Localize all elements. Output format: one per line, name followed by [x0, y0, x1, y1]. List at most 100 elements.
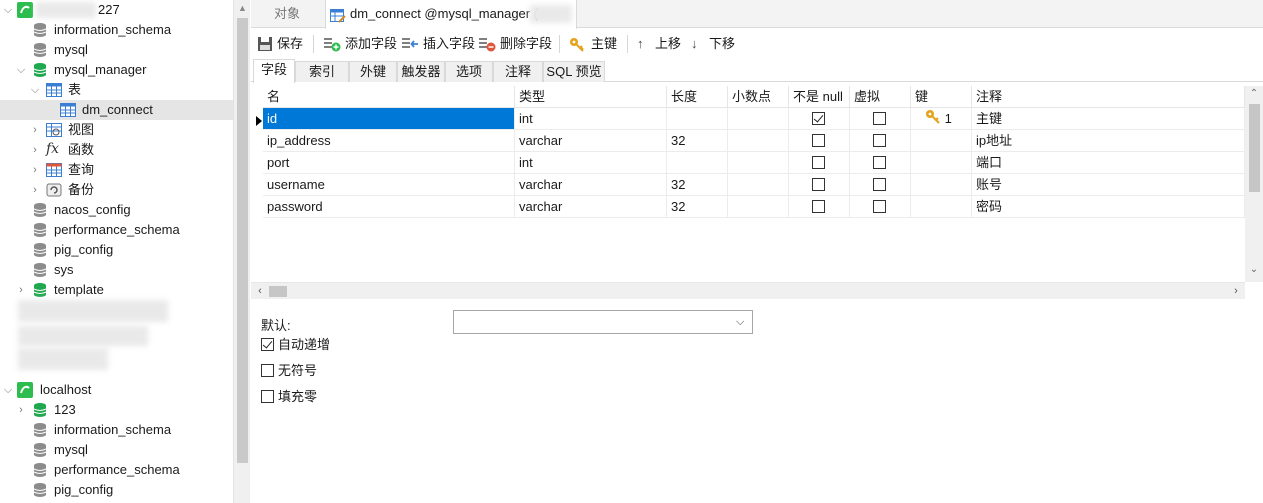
- chevron-down-icon[interactable]: ⌵: [30, 80, 40, 100]
- auto-increment-checkbox[interactable]: [261, 338, 274, 351]
- cell-type[interactable]: varchar: [515, 174, 667, 196]
- tree-db-template[interactable]: › template: [0, 280, 233, 300]
- cell-length[interactable]: 32: [667, 196, 728, 218]
- default-value-select[interactable]: ⌵: [453, 310, 753, 334]
- cell-virtual[interactable]: [850, 152, 911, 174]
- not-null-checkbox[interactable]: [812, 112, 825, 125]
- tree-db-mysql-manager[interactable]: ⌵ mysql_manager: [0, 60, 233, 80]
- tab-comment[interactable]: 注释: [493, 61, 543, 82]
- tab-sql-preview[interactable]: SQL 预览: [543, 61, 605, 82]
- cell-virtual[interactable]: [850, 196, 911, 218]
- scroll-up-arrow-icon[interactable]: ⌃: [1245, 88, 1263, 99]
- cell-length[interactable]: 32: [667, 130, 728, 152]
- cell-key[interactable]: 1: [911, 108, 972, 130]
- cell-virtual[interactable]: [850, 130, 911, 152]
- grid-horizontal-scrollbar[interactable]: ‹ ›: [251, 282, 1245, 299]
- cell-virtual[interactable]: [850, 174, 911, 196]
- tree-db-sys[interactable]: sys: [0, 260, 233, 280]
- tree-db-mysql[interactable]: mysql: [0, 40, 233, 60]
- cell-comment[interactable]: 账号: [972, 174, 1245, 196]
- tree-scrollbar[interactable]: ▲: [233, 0, 250, 503]
- virtual-checkbox[interactable]: [873, 156, 886, 169]
- tree-db-pig-config[interactable]: pig_config: [0, 240, 233, 260]
- column-header-type[interactable]: 类型: [515, 86, 667, 108]
- chevron-right-icon[interactable]: ›: [30, 160, 40, 180]
- tab-foreign-keys[interactable]: 外键: [349, 61, 397, 82]
- tree-db-nacos-config[interactable]: nacos_config: [0, 200, 233, 220]
- virtual-checkbox[interactable]: [873, 200, 886, 213]
- tree-db-performance-schema[interactable]: performance_schema: [0, 220, 233, 240]
- chevron-right-icon[interactable]: ›: [30, 180, 40, 200]
- primary-key-button[interactable]: 主键: [569, 33, 617, 55]
- move-down-button[interactable]: ↓ 下移: [691, 33, 735, 55]
- scroll-right-arrow-icon[interactable]: ›: [1229, 283, 1243, 300]
- object-tree[interactable]: ⌵ 227 information_schema mysql ⌵ mysql_m…: [0, 0, 233, 503]
- unsigned-option[interactable]: 无符号: [261, 362, 317, 380]
- column-header-comment[interactable]: 注释: [972, 86, 1245, 108]
- tab-table-design[interactable]: dm_connect @mysql_manager (: [325, 0, 577, 29]
- cell-not-null[interactable]: [789, 196, 850, 218]
- save-button[interactable]: 保存: [257, 33, 303, 55]
- virtual-checkbox[interactable]: [873, 134, 886, 147]
- move-up-button[interactable]: ↑ 上移: [637, 33, 681, 55]
- zerofill-checkbox[interactable]: [261, 390, 274, 403]
- tree-folder-backups[interactable]: › 备份: [0, 180, 233, 200]
- cell-not-null[interactable]: [789, 130, 850, 152]
- tree-folder-tables[interactable]: ⌵ 表: [0, 80, 233, 100]
- insert-field-button[interactable]: 插入字段: [401, 33, 475, 55]
- grid-vscroll-thumb[interactable]: [1249, 104, 1260, 192]
- cell-key[interactable]: [911, 130, 972, 152]
- cell-not-null[interactable]: [789, 174, 850, 196]
- column-header-decimals[interactable]: 小数点: [728, 86, 789, 108]
- fields-grid[interactable]: 名 类型 长度 小数点 不是 null 虚拟 键 注释 id int 1 主键 …: [251, 86, 1245, 282]
- zerofill-option[interactable]: 填充零: [261, 388, 317, 406]
- tree-db-123[interactable]: › 123: [0, 400, 233, 420]
- tree-table-dm-connect[interactable]: dm_connect: [0, 100, 233, 120]
- tab-objects[interactable]: 对象: [251, 0, 323, 28]
- cell-name[interactable]: ip_address: [263, 130, 515, 152]
- cell-key[interactable]: [911, 152, 972, 174]
- delete-field-button[interactable]: 删除字段: [478, 33, 552, 55]
- tree-folder-functions[interactable]: › fx 函数: [0, 140, 233, 160]
- cell-decimals[interactable]: [728, 108, 789, 130]
- grid-hscroll-thumb[interactable]: [269, 286, 287, 297]
- tree-db-mysql-localhost[interactable]: mysql: [0, 440, 233, 460]
- chevron-right-icon[interactable]: ›: [16, 280, 26, 300]
- cell-comment[interactable]: 密码: [972, 196, 1245, 218]
- tab-fields[interactable]: 字段: [253, 59, 295, 83]
- cell-key[interactable]: [911, 196, 972, 218]
- tree-folder-queries[interactable]: › 查询: [0, 160, 233, 180]
- cell-key[interactable]: [911, 174, 972, 196]
- column-header-virtual[interactable]: 虚拟: [850, 86, 911, 108]
- cell-comment[interactable]: 主键: [972, 108, 1245, 130]
- chevron-right-icon[interactable]: ›: [30, 140, 40, 160]
- virtual-checkbox[interactable]: [873, 112, 886, 125]
- cell-decimals[interactable]: [728, 174, 789, 196]
- add-field-button[interactable]: 添加字段: [323, 33, 397, 55]
- scroll-down-arrow-icon[interactable]: ⌄: [1245, 264, 1263, 275]
- column-header-key[interactable]: 键: [911, 86, 972, 108]
- cell-length[interactable]: [667, 108, 728, 130]
- tab-indexes[interactable]: 索引: [295, 61, 349, 82]
- chevron-right-icon[interactable]: ›: [30, 120, 40, 140]
- cell-not-null[interactable]: [789, 152, 850, 174]
- cell-decimals[interactable]: [728, 196, 789, 218]
- virtual-checkbox[interactable]: [873, 178, 886, 191]
- cell-length[interactable]: [667, 152, 728, 174]
- cell-length[interactable]: 32: [667, 174, 728, 196]
- cell-comment[interactable]: ip地址: [972, 130, 1245, 152]
- cell-not-null[interactable]: [789, 108, 850, 130]
- tab-options[interactable]: 选项: [445, 61, 493, 82]
- cell-name[interactable]: id: [263, 108, 515, 130]
- tree-db-information-schema-localhost[interactable]: information_schema: [0, 420, 233, 440]
- cell-type[interactable]: int: [515, 152, 667, 174]
- not-null-checkbox[interactable]: [812, 134, 825, 147]
- unsigned-checkbox[interactable]: [261, 364, 274, 377]
- cell-type[interactable]: int: [515, 108, 667, 130]
- chevron-down-icon[interactable]: ⌵: [16, 60, 26, 80]
- scroll-left-arrow-icon[interactable]: ‹: [253, 283, 267, 300]
- cell-decimals[interactable]: [728, 130, 789, 152]
- cell-name[interactable]: password: [263, 196, 515, 218]
- cell-type[interactable]: varchar: [515, 196, 667, 218]
- cell-comment[interactable]: 端口: [972, 152, 1245, 174]
